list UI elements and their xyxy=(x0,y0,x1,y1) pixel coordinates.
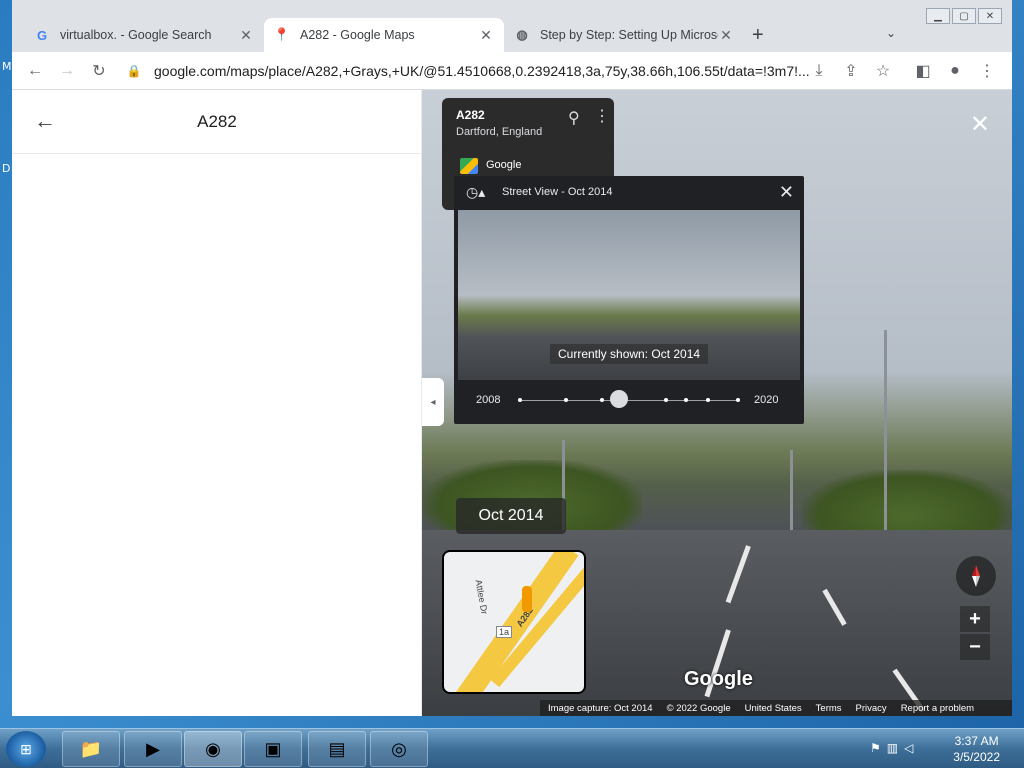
zoom-out-button[interactable]: − xyxy=(960,634,990,660)
virtualbox-icon[interactable]: ▣ xyxy=(244,731,302,767)
file-explorer-icon[interactable]: 📁 xyxy=(62,731,120,767)
clock-time: 3:37 AM xyxy=(954,734,999,748)
minimap-label: Attlee Dr xyxy=(473,578,490,616)
light-pole xyxy=(884,330,887,550)
browser-toolbar: ← → ↻ 🔒 google.com/maps/place/A282,+Gray… xyxy=(12,52,1012,90)
side-panel: ← A282 xyxy=(12,90,422,716)
close-icon[interactable]: ✕ xyxy=(779,182,794,203)
back-arrow-icon[interactable]: ← xyxy=(24,60,46,82)
zoom-in-button[interactable]: + xyxy=(960,606,990,632)
profile-avatar-icon[interactable]: ● xyxy=(944,60,966,82)
tab-google-search[interactable]: G virtualbox. - Google Search ✕ xyxy=(24,18,264,52)
new-tab-button[interactable]: + xyxy=(752,24,764,47)
timeline-slider-knob[interactable] xyxy=(610,390,628,408)
bookmark-star-icon[interactable]: ☆ xyxy=(872,60,894,82)
timeline-preview-image[interactable]: Currently shown: Oct 2014 xyxy=(458,210,800,380)
report-problem-link[interactable]: Report a problem xyxy=(901,703,974,714)
maps-page: ← A282 A282 Dartford, England ⚲ ⋮ Google xyxy=(12,90,1012,716)
timeline-track[interactable] xyxy=(518,400,738,401)
timeline-dot[interactable] xyxy=(664,398,668,402)
region-link[interactable]: United States xyxy=(745,703,802,714)
compass-icon[interactable] xyxy=(956,556,996,596)
install-app-icon[interactable]: ⤓ xyxy=(808,60,830,82)
capture-date-badge: Oct 2014 xyxy=(456,498,566,534)
close-street-view-icon[interactable]: ✕ xyxy=(970,110,990,139)
window-controls: ▁ ▢ ✕ xyxy=(926,8,1002,24)
url-text[interactable]: google.com/maps/place/A282,+Grays,+UK/@5… xyxy=(154,63,810,79)
tab-title: A282 - Google Maps xyxy=(300,28,415,42)
forward-arrow-icon[interactable]: → xyxy=(56,60,78,82)
info-card-title: A282 xyxy=(456,108,485,122)
close-window-button[interactable]: ✕ xyxy=(978,8,1002,24)
map-footer: Image capture: Oct 2014 © 2022 Google Un… xyxy=(540,700,1012,716)
street-view-panel[interactable]: A282 Dartford, England ⚲ ⋮ Google ◷▴ Str… xyxy=(422,90,1012,716)
collapse-panel-button[interactable]: ◂ xyxy=(422,378,444,426)
place-title: A282 xyxy=(197,112,237,131)
tab-search-chevron-icon[interactable]: ⌄ xyxy=(886,26,896,40)
timeline-dot[interactable] xyxy=(564,398,568,402)
chrome-taskbar-icon[interactable]: ◉ xyxy=(184,731,242,767)
system-tray: ⚑▥◁ 3:37 AM 3/5/2022 xyxy=(864,729,1024,768)
location-pin-icon[interactable]: ⚲ xyxy=(568,108,580,128)
currently-shown-label: Currently shown: Oct 2014 xyxy=(550,344,709,364)
image-capture-date: Image capture: Oct 2014 xyxy=(548,702,653,714)
google-g-icon: G xyxy=(36,27,48,43)
maps-pin-icon: 📍 xyxy=(273,27,291,42)
close-tab-icon[interactable]: ✕ xyxy=(238,27,254,44)
minimize-button[interactable]: ▁ xyxy=(926,8,950,24)
tab-title: virtualbox. - Google Search xyxy=(60,28,212,42)
maximize-button[interactable]: ▢ xyxy=(952,8,976,24)
timeline-dot[interactable] xyxy=(706,398,710,402)
tray-icons[interactable]: ⚑▥◁ xyxy=(870,741,919,755)
globe-icon: ◍ xyxy=(516,27,528,42)
light-pole xyxy=(790,450,793,540)
lock-icon[interactable]: 🔒 xyxy=(124,64,144,78)
control-panel-icon[interactable]: ▤ xyxy=(308,731,366,767)
timeline-dot[interactable] xyxy=(736,398,740,402)
tab-title: Step by Step: Setting Up Microsoft xyxy=(540,28,718,42)
close-tab-icon[interactable]: ✕ xyxy=(718,27,734,44)
terms-link[interactable]: Terms xyxy=(816,703,842,714)
disc-app-icon[interactable]: ◎ xyxy=(370,731,428,767)
desktop-letter: D xyxy=(2,162,11,175)
tab-strip: G virtualbox. - Google Search ✕ 📍 A282 -… xyxy=(12,0,1012,52)
clock[interactable]: 3:37 AM 3/5/2022 xyxy=(953,733,1000,765)
privacy-link[interactable]: Privacy xyxy=(856,703,887,714)
chrome-window: G virtualbox. - Google Search ✕ 📍 A282 -… xyxy=(12,0,1012,716)
timeline-start-year: 2008 xyxy=(476,394,501,406)
start-button[interactable]: ⊞ xyxy=(6,731,46,767)
windows-taskbar: ⊞ 📁 ▶ ◉ ▣ ▤ ◎ ⚑▥◁ 3:37 AM 3/5/2022 xyxy=(0,728,1024,768)
reload-icon[interactable]: ↻ xyxy=(88,60,110,82)
info-card-brand: Google xyxy=(486,159,522,171)
share-icon[interactable]: ⇪ xyxy=(840,60,862,82)
info-card-subtitle: Dartford, England xyxy=(456,126,543,138)
desktop-letter: M xyxy=(2,60,12,73)
timeline-dot[interactable] xyxy=(684,398,688,402)
street-view-timeline-popup: ◷▴ Street View - Oct 2014 ✕ Currently sh… xyxy=(454,176,804,424)
timeline-dot[interactable] xyxy=(518,398,522,402)
google-maps-icon xyxy=(460,158,478,174)
more-menu-icon[interactable]: ⋮ xyxy=(976,60,998,82)
side-panel-header: ← A282 xyxy=(12,90,422,154)
more-options-icon[interactable]: ⋮ xyxy=(594,106,610,126)
timeline-end-year: 2020 xyxy=(754,394,779,406)
pegman-icon xyxy=(522,586,532,612)
minimap-label: 1a xyxy=(496,626,513,638)
timeline-dot[interactable] xyxy=(600,398,604,402)
tab-step-by-step[interactable]: ◍ Step by Step: Setting Up Microsoft ✕ xyxy=(504,18,744,52)
clock-date: 3/5/2022 xyxy=(953,750,1000,764)
history-clock-icon[interactable]: ◷▴ xyxy=(466,184,485,201)
address-bar[interactable]: 🔒 google.com/maps/place/A282,+Grays,+UK/… xyxy=(124,57,814,85)
media-player-icon[interactable]: ▶ xyxy=(124,731,182,767)
timeline-header: Street View - Oct 2014 xyxy=(502,186,613,198)
close-tab-icon[interactable]: ✕ xyxy=(478,27,494,44)
tab-google-maps[interactable]: 📍 A282 - Google Maps ✕ xyxy=(264,18,504,52)
street-view-minimap[interactable]: Attlee Dr A282 1a xyxy=(442,550,586,694)
side-panel-icon[interactable]: ◧ xyxy=(912,60,934,82)
google-logo: Google xyxy=(684,668,753,690)
copyright-text: © 2022 Google xyxy=(666,702,731,714)
